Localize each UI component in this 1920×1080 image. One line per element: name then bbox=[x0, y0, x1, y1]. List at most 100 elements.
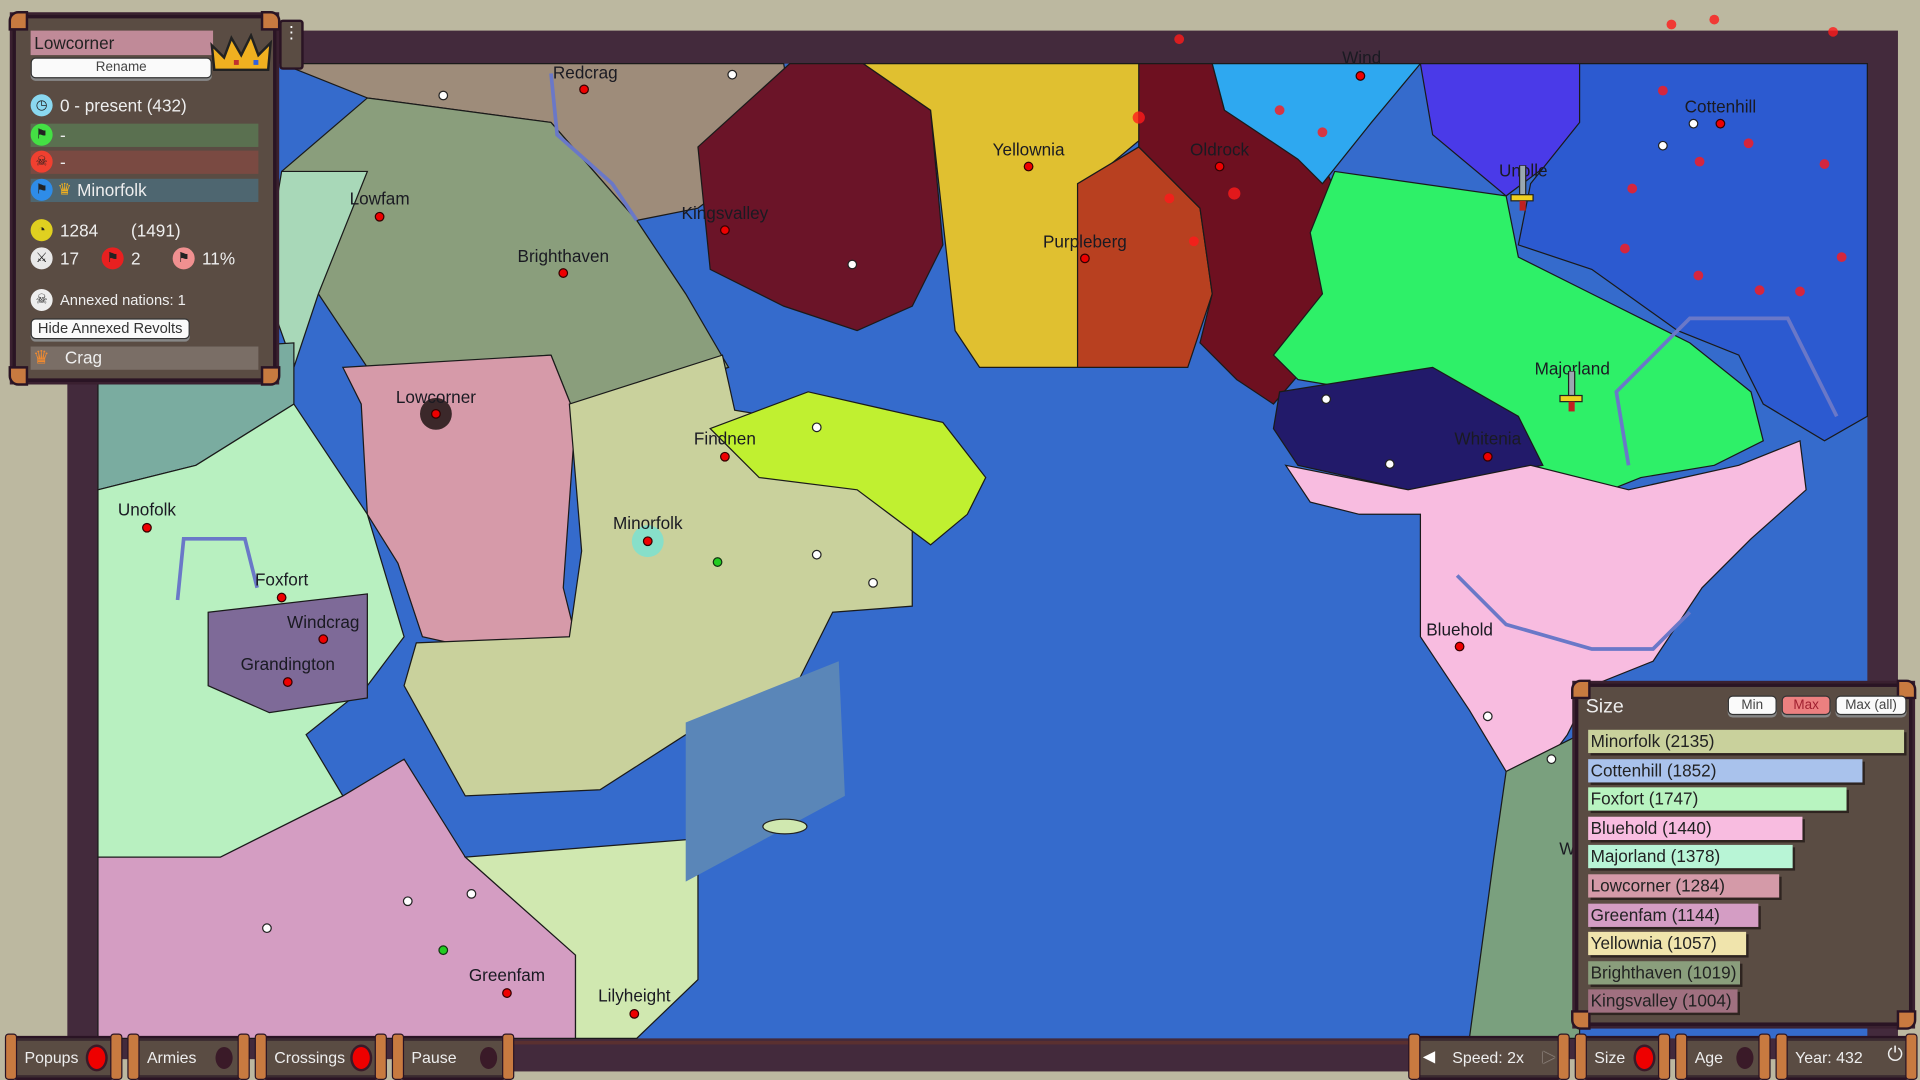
city-label[interactable]: Windcrag bbox=[287, 612, 359, 632]
village-marker bbox=[438, 945, 449, 956]
annexed-count: Annexed nations: 1 bbox=[60, 291, 186, 309]
speed-control: ◀ Speed: 2x ▶ bbox=[1408, 1033, 1570, 1080]
city-label[interactable]: Minorfolk bbox=[613, 513, 683, 533]
city-marker bbox=[1482, 451, 1493, 462]
city-label[interactable]: Lowcorner bbox=[396, 387, 476, 407]
allies-row[interactable]: ⚑ - bbox=[30, 123, 259, 147]
pause-label: Pause bbox=[411, 1048, 457, 1067]
size-leaderboard-panel: Size Min Max Max (all) Minorfolk (2135) C… bbox=[1571, 679, 1917, 1030]
annexed-item[interactable]: ♛ Crag bbox=[30, 346, 259, 370]
toggle-indicator bbox=[1736, 1046, 1754, 1069]
village-marker bbox=[811, 549, 822, 560]
speed-up-arrow-icon[interactable]: ▶ bbox=[1543, 1047, 1555, 1067]
speed-label: Speed: 2x bbox=[1452, 1048, 1524, 1067]
city-label[interactable]: Unofolk bbox=[118, 500, 176, 520]
city-marker bbox=[374, 211, 385, 222]
hide-annexed-revolts-button[interactable]: Hide Annexed Revolts bbox=[30, 318, 190, 340]
leaderboard-bar[interactable]: Bluehold (1440) bbox=[1588, 816, 1803, 840]
population-icon: ◔ bbox=[30, 219, 53, 242]
city-label[interactable]: W bbox=[1559, 839, 1575, 859]
population-value: 1284 bbox=[60, 220, 99, 241]
swords-icon: ⚔ bbox=[30, 247, 53, 270]
city-marker bbox=[318, 634, 329, 645]
city-marker bbox=[282, 677, 293, 687]
village-marker bbox=[727, 69, 738, 80]
nation-name-field[interactable]: Lowcorner bbox=[30, 30, 214, 56]
city-marker bbox=[720, 225, 730, 236]
crossings-toggle[interactable]: Crossings bbox=[254, 1033, 387, 1080]
city-label[interactable]: Purpleberg bbox=[1043, 231, 1127, 251]
overlord-value: Minorfolk bbox=[77, 180, 147, 200]
sword-icon bbox=[1510, 165, 1534, 211]
city-label[interactable]: Yellownia bbox=[993, 140, 1065, 160]
city-label[interactable]: Kingsvalley bbox=[682, 203, 769, 223]
city-label[interactable]: Brighthaven bbox=[518, 246, 609, 266]
population-max: (1491) bbox=[131, 220, 181, 241]
city-label[interactable]: Findnen bbox=[694, 429, 756, 449]
leaderboard-bar[interactable]: Greenfam (1144) bbox=[1588, 903, 1759, 927]
bottom-bar bbox=[502, 1040, 1415, 1072]
village-marker bbox=[402, 896, 413, 907]
size-label: Size bbox=[1594, 1048, 1626, 1067]
toggle-indicator bbox=[88, 1046, 106, 1069]
city-marker bbox=[142, 522, 152, 533]
overlord-row[interactable]: ⚑ ♛ Minorfolk bbox=[30, 178, 259, 203]
city-marker bbox=[629, 1008, 640, 1019]
revolt-percent: 11% bbox=[202, 248, 236, 269]
leaderboard-bar[interactable]: Majorland (1378) bbox=[1588, 845, 1793, 869]
popups-label: Popups bbox=[24, 1048, 79, 1067]
armies-toggle[interactable]: Armies bbox=[127, 1033, 250, 1080]
city-label[interactable]: Lilyheight bbox=[598, 986, 670, 1006]
city-marker bbox=[502, 988, 512, 998]
min-button[interactable]: Min bbox=[1727, 695, 1777, 716]
max-button[interactable]: Max bbox=[1781, 695, 1831, 716]
age-toggle[interactable]: Age bbox=[1675, 1033, 1771, 1080]
city-label[interactable]: Bluehold bbox=[1426, 620, 1493, 640]
rename-button[interactable]: Rename bbox=[30, 57, 212, 79]
leaderboard-bar[interactable]: Kingsvalley (1004) bbox=[1588, 989, 1739, 1014]
flag-icon: ⚑ bbox=[30, 178, 53, 201]
village-marker bbox=[1482, 711, 1493, 722]
city-label[interactable]: Redcrag bbox=[553, 62, 618, 82]
toggle-indicator bbox=[480, 1046, 498, 1069]
flag-icon: ⚑ bbox=[30, 123, 53, 146]
village-marker bbox=[466, 888, 477, 899]
leaderboard-title: Size bbox=[1585, 696, 1624, 718]
leaderboard-bar[interactable]: Lowcorner (1284) bbox=[1588, 874, 1780, 898]
city-label[interactable]: Grandington bbox=[241, 654, 335, 674]
city-marker bbox=[1355, 71, 1366, 81]
city-label[interactable]: Foxfort bbox=[255, 569, 308, 589]
village-marker bbox=[811, 422, 822, 433]
village-marker bbox=[262, 923, 272, 934]
pause-toggle[interactable]: Pause bbox=[391, 1033, 515, 1080]
skull-icon: ☠ bbox=[30, 150, 53, 173]
city-label[interactable]: Oldrock bbox=[1190, 140, 1249, 160]
more-options-button[interactable]: ⋮ bbox=[279, 19, 304, 70]
city-label[interactable]: Greenfam bbox=[469, 965, 545, 985]
toggle-indicator bbox=[215, 1046, 233, 1069]
leaderboard-bar[interactable]: Yellownia (1057) bbox=[1588, 932, 1746, 956]
enemies-row[interactable]: ☠ - bbox=[30, 150, 259, 174]
village-marker bbox=[868, 577, 878, 588]
village-marker bbox=[1546, 754, 1557, 765]
city-label[interactable]: Lowfam bbox=[350, 189, 410, 209]
city-label[interactable]: Whitenia bbox=[1454, 429, 1521, 449]
leaderboard-bar[interactable]: Minorfolk (2135) bbox=[1588, 729, 1905, 754]
max-all-button[interactable]: Max (all) bbox=[1835, 695, 1907, 716]
city-label[interactable]: Cottenhill bbox=[1685, 97, 1756, 117]
toggle-indicator bbox=[352, 1046, 370, 1069]
popups-toggle[interactable]: Popups bbox=[4, 1033, 123, 1080]
leaderboard-bar[interactable]: Brighthaven (1019) bbox=[1588, 960, 1741, 985]
crown-icon bbox=[210, 33, 273, 72]
leaderboard-bar[interactable]: Cottenhill (1852) bbox=[1588, 758, 1863, 782]
crown-icon: ♛ bbox=[33, 347, 50, 369]
size-toggle[interactable]: Size bbox=[1574, 1033, 1671, 1080]
city-label[interactable]: Wind bbox=[1342, 48, 1381, 68]
city-marker bbox=[1454, 641, 1465, 652]
city-marker bbox=[1214, 161, 1225, 172]
armies-value: 17 bbox=[60, 248, 80, 269]
revolt-flag-icon: ⚑ bbox=[101, 247, 124, 270]
power-icon[interactable]: ⏻ bbox=[1887, 1044, 1902, 1066]
speed-down-arrow-icon[interactable]: ◀ bbox=[1423, 1047, 1435, 1067]
leaderboard-bar[interactable]: Foxfort (1747) bbox=[1588, 787, 1848, 811]
